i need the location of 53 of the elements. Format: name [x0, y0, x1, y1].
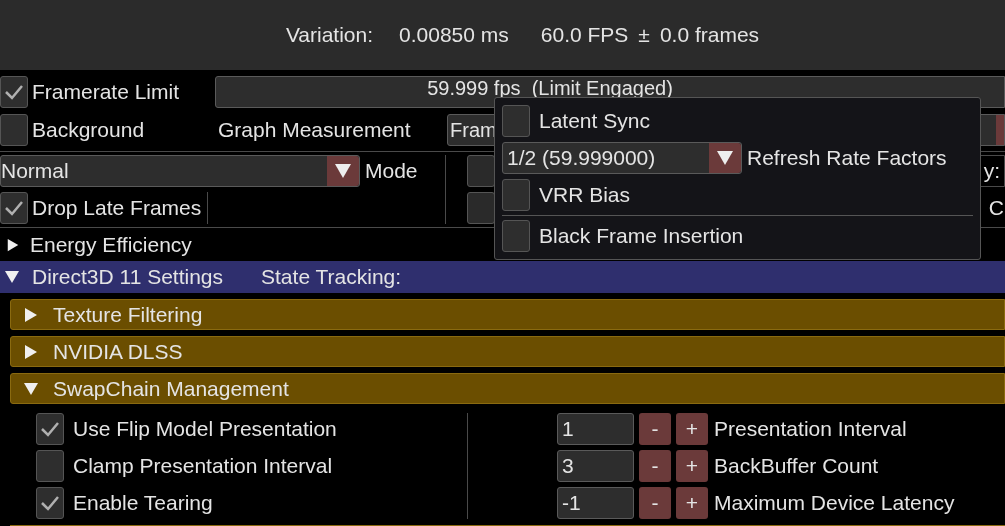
option-label: Enable Tearing — [73, 490, 213, 517]
option-label: Latent Sync — [539, 108, 650, 135]
option-label: Black Frame Insertion — [539, 223, 744, 250]
checkmark-icon — [40, 421, 60, 437]
checkbox[interactable] — [0, 192, 28, 224]
refresh-factor-dropdown[interactable]: 1/2 (59.999000) — [502, 142, 742, 174]
triangle-down-icon — [334, 163, 352, 179]
option-label: Presentation Interval — [714, 416, 907, 443]
decrement-button[interactable]: - — [639, 487, 671, 519]
option-label: C — [988, 195, 1005, 222]
checkbox[interactable] — [502, 105, 530, 137]
number-input[interactable]: 3 — [557, 450, 634, 482]
option-label: BackBuffer Count — [714, 453, 879, 480]
checkbox[interactable] — [36, 413, 64, 445]
stat-value: 60.0 FPS — [540, 22, 629, 49]
section-header[interactable]: Direct3D 11 Settings State Tracking: — [0, 261, 1005, 293]
checkbox[interactable] — [467, 192, 495, 224]
checkbox[interactable] — [502, 179, 530, 211]
increment-button[interactable]: + — [676, 487, 708, 519]
checkmark-icon — [4, 84, 24, 100]
option-label: Use Flip Model Presentation — [73, 416, 337, 443]
checkmark-icon — [4, 200, 24, 216]
stat-value: 0.0 frames — [659, 22, 760, 49]
decrement-button[interactable]: - — [639, 413, 671, 445]
option-label: Maximum Device Latency — [714, 490, 955, 517]
option-label: Mode — [365, 158, 418, 185]
option-label: VRR Bias — [539, 182, 631, 209]
subsection-header[interactable]: NVIDIA DLSS — [10, 336, 1005, 367]
checkbox[interactable] — [0, 76, 28, 108]
triangle-down-icon — [716, 150, 734, 166]
option-label: Clamp Presentation Interval — [73, 453, 333, 480]
option-label: Background — [32, 117, 146, 144]
checkbox[interactable] — [36, 450, 64, 482]
option-label: Graph Measurement — [218, 117, 412, 144]
subsection-header[interactable]: Texture Filtering — [10, 299, 1005, 330]
stat-value: 0.00850 ms — [399, 22, 509, 49]
mode-dropdown[interactable]: Normal — [0, 155, 360, 187]
checkbox[interactable] — [36, 487, 64, 519]
stat-label: Variation: — [285, 22, 374, 49]
checkmark-icon — [40, 495, 60, 511]
increment-button[interactable]: + — [676, 450, 708, 482]
subsection-header[interactable]: SwapChain Management — [10, 373, 1005, 404]
decrement-button[interactable]: - — [639, 450, 671, 482]
number-input[interactable]: 1 — [557, 413, 634, 445]
option-label: Framerate Limit — [32, 79, 181, 106]
checkbox[interactable] — [0, 114, 28, 146]
number-input[interactable]: -1 — [557, 487, 634, 519]
checkbox[interactable] — [467, 155, 495, 187]
option-label: Drop Late Frames — [32, 192, 209, 224]
increment-button[interactable]: + — [676, 413, 708, 445]
tree-node-label: Energy Efficiency — [30, 231, 192, 258]
checkbox[interactable] — [502, 220, 530, 252]
stat-symbol: ± — [638, 22, 650, 49]
